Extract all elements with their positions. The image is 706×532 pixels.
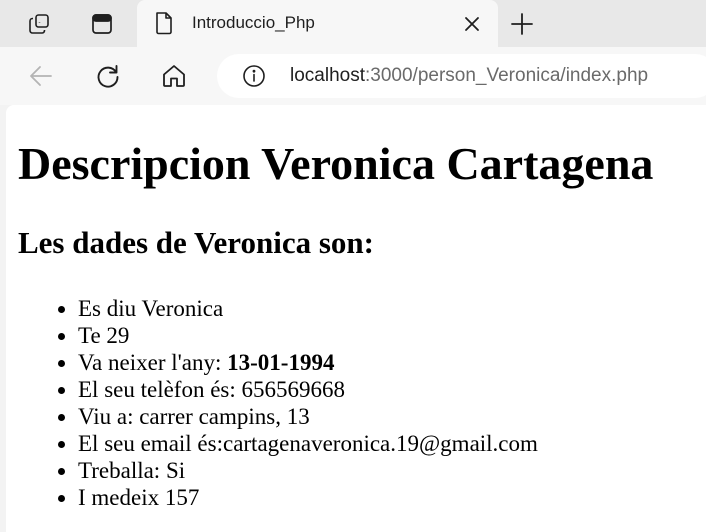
page-heading: Descripcion Veronica Cartagena bbox=[18, 138, 654, 189]
item-text: El seu email és:cartagenaveronica.19@gma… bbox=[78, 431, 538, 456]
page-subheading: Les dades de Veronica son: bbox=[18, 225, 374, 260]
close-tab-button[interactable] bbox=[460, 12, 484, 36]
address-bar[interactable]: localhost:3000/person_Veronica/index.php bbox=[217, 54, 706, 98]
close-icon bbox=[465, 17, 479, 31]
url-path: :3000/person_Veronica/index.php bbox=[365, 65, 649, 86]
list-item: Te 29 bbox=[78, 322, 538, 349]
back-arrow-icon bbox=[30, 66, 52, 86]
item-text: I medeix 157 bbox=[78, 485, 200, 510]
list-item: I medeix 157 bbox=[78, 484, 538, 511]
list-item: Treballa: Si bbox=[78, 457, 538, 484]
item-label: Va neixer l'any: bbox=[78, 350, 228, 375]
back-button[interactable] bbox=[23, 58, 59, 94]
birth-date: 13-01-1994 bbox=[227, 350, 335, 375]
item-text: Viu a: carrer campins, 13 bbox=[78, 404, 310, 429]
url-host: localhost bbox=[290, 65, 365, 86]
tab-strip: Introduccio_Php bbox=[0, 0, 706, 47]
url-text[interactable]: localhost:3000/person_Veronica/index.php bbox=[290, 64, 648, 88]
item-text: Es diu Veronica bbox=[78, 296, 224, 321]
list-item: El seu telèfon és: 656569668 bbox=[78, 376, 538, 403]
item-text: Treballa: Si bbox=[78, 458, 186, 483]
home-button[interactable] bbox=[156, 58, 192, 94]
navigation-toolbar: localhost:3000/person_Veronica/index.php bbox=[0, 47, 706, 105]
list-item: El seu email és:cartagenaveronica.19@gma… bbox=[78, 430, 538, 457]
list-item: Es diu Veronica bbox=[78, 295, 538, 322]
tab-actions-icon bbox=[92, 14, 112, 34]
home-icon bbox=[163, 65, 185, 87]
refresh-icon bbox=[97, 65, 119, 88]
tab-title: Introduccio_Php bbox=[192, 13, 315, 32]
tab-actions-button[interactable] bbox=[84, 6, 120, 42]
plus-icon bbox=[511, 13, 533, 35]
workspaces-button[interactable] bbox=[21, 6, 57, 42]
workspaces-icon bbox=[29, 14, 49, 34]
list-item: Viu a: carrer campins, 13 bbox=[78, 403, 538, 430]
list-item: Va neixer l'any: 13-01-1994 bbox=[78, 349, 538, 376]
page-icon bbox=[156, 12, 172, 35]
item-text: El seu telèfon és: 656569668 bbox=[78, 377, 346, 402]
refresh-button[interactable] bbox=[90, 58, 126, 94]
details-list: Es diu Veronica Te 29 Va neixer l'any: 1… bbox=[38, 295, 538, 511]
page-viewport: Descripcion Veronica Cartagena Les dades… bbox=[6, 105, 706, 532]
active-tab[interactable]: Introduccio_Php bbox=[137, 0, 498, 47]
info-icon[interactable] bbox=[242, 64, 266, 88]
new-tab-button[interactable] bbox=[506, 8, 538, 40]
item-text: Te 29 bbox=[78, 323, 130, 348]
